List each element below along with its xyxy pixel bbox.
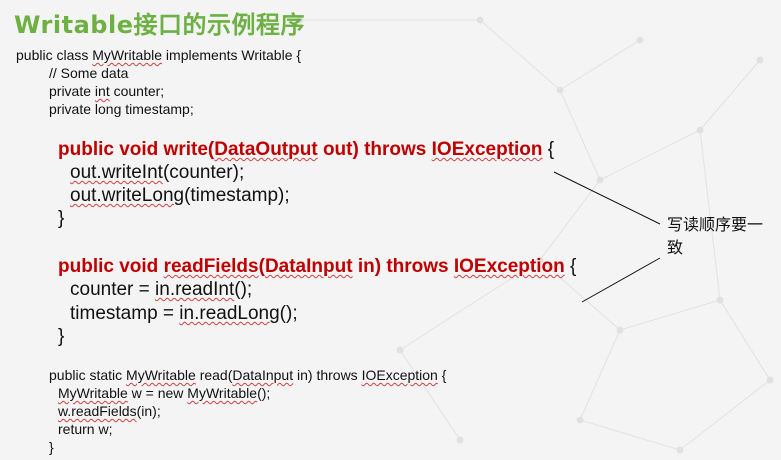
write-sig-a: public void write( <box>58 139 215 160</box>
static-sig-brace: { <box>437 367 447 383</box>
read-sig-type: DataInput <box>264 256 353 277</box>
write-line-1: out.writeInt(counter); <box>70 161 244 184</box>
static-sig-e: in) throws <box>293 367 362 383</box>
read-method-close: } <box>58 326 65 347</box>
static-method-signature: public static MyWritable read(DataInput … <box>49 366 446 384</box>
class-name: MyWritable <box>92 47 163 63</box>
write-line-2-rest: (timestamp); <box>184 185 290 206</box>
static-method-close: } <box>49 439 54 455</box>
read-sig-name: readFields <box>163 256 259 277</box>
write-sig-brace: { <box>542 139 555 160</box>
static-sig-c: read( <box>195 367 233 383</box>
static-line-3: return w; <box>58 421 113 437</box>
read-line-1-pre: counter = <box>70 279 156 300</box>
annotation-note: 写读顺序要一致 <box>667 215 764 257</box>
read-line-2-rest: (); <box>279 303 298 324</box>
static-line-1-b: w = new <box>127 385 188 401</box>
read-sig-e: in) throws <box>352 256 454 277</box>
static-line-2: w.readFields(in); <box>58 402 161 420</box>
write-method-signature: public void write(DataOutput out) throws… <box>58 138 554 161</box>
field-counter: private int counter; <box>49 82 164 100</box>
write-line-2: out.writeLong(timestamp); <box>70 184 290 207</box>
write-method-close: } <box>58 208 65 229</box>
write-line-1-rest: (counter); <box>162 162 245 183</box>
static-sig-exception: IOException <box>361 367 438 383</box>
read-sig-exception: IOException <box>453 256 565 277</box>
static-sig-param: DataInput <box>232 367 294 383</box>
field-counter-post: counter; <box>109 83 165 99</box>
class-declaration: public class MyWritable implements Writa… <box>16 46 301 64</box>
read-sig-a: public void <box>58 256 164 277</box>
field-counter-type: int <box>94 83 110 99</box>
field-timestamp: private long timestamp; <box>49 101 194 117</box>
read-line-2-call: in.readLong <box>179 303 280 324</box>
static-sig-a: public static <box>49 367 127 383</box>
read-method-signature: public void readFields(DataInput in) thr… <box>58 255 576 278</box>
write-sig-c: out) throws <box>317 139 432 160</box>
read-line-1: counter = in.readInt(); <box>70 278 252 301</box>
read-line-2-pre: timestamp = <box>70 303 180 324</box>
static-sig-type: MyWritable <box>126 367 196 383</box>
read-sig-brace: { <box>564 256 577 277</box>
code-comment: // Some data <box>49 65 129 81</box>
field-counter-pre: private <box>49 83 95 99</box>
write-sig-type: DataOutput <box>214 139 318 160</box>
static-line-1: MyWritable w = new MyWritable(); <box>58 384 270 402</box>
write-sig-exception: IOException <box>431 139 543 160</box>
static-line-1-a: MyWritable <box>58 385 128 401</box>
write-line-2-call: out.writeLong <box>70 185 185 206</box>
read-line-1-call: in.readInt <box>155 279 235 300</box>
static-line-1-c: MyWritable <box>187 385 258 401</box>
class-decl-post: implements Writable { <box>162 47 302 63</box>
read-line-2: timestamp = in.readLong(); <box>70 302 298 325</box>
write-line-1-call: out.writeInt <box>70 162 163 183</box>
static-line-2-a: w.readFields <box>58 403 137 419</box>
slide-title: Writable接口的示例程序 <box>14 11 305 39</box>
class-decl-pre: public class <box>16 47 93 63</box>
static-line-1-d: (); <box>257 385 271 401</box>
read-line-1-rest: (); <box>234 279 253 300</box>
static-line-2-b: (in); <box>136 403 161 419</box>
